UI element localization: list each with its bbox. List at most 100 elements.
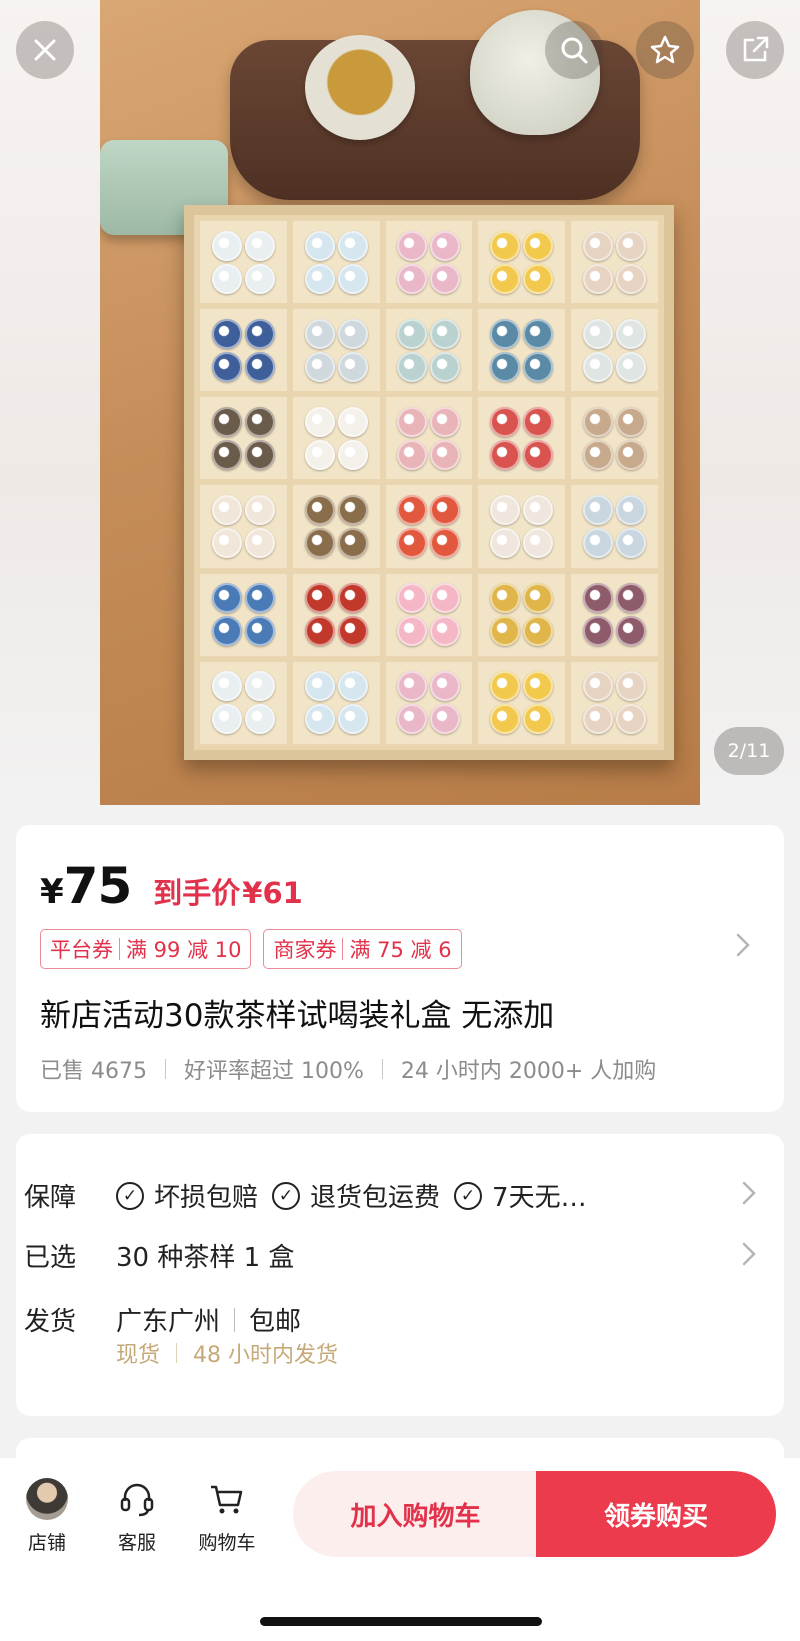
chevron-right-icon[interactable]: [740, 1179, 758, 1215]
tea-compartment: [292, 221, 380, 304]
tea-cake: [337, 263, 368, 294]
tea-cake: [583, 230, 614, 261]
tea-cake: [583, 318, 614, 349]
close-icon[interactable]: [16, 21, 74, 79]
store-label: 店铺: [27, 1532, 66, 1554]
price-currency: ¥: [40, 872, 64, 912]
tea-compartment: [478, 397, 566, 480]
tea-cake: [523, 671, 554, 702]
tea-compartment: [571, 661, 658, 744]
stats-divider: [381, 1059, 383, 1079]
guarantee-text: 7天无…: [492, 1183, 587, 1213]
store-button[interactable]: 店铺: [12, 1478, 82, 1555]
tea-cake: [490, 351, 521, 382]
selected-row[interactable]: 已选 30 种茶样 1 盒: [24, 1237, 294, 1274]
chevron-right-icon[interactable]: [734, 931, 752, 967]
tea-cake: [583, 671, 614, 702]
tea-compartment: [200, 661, 287, 744]
selected-value: 30 种茶样 1 盒: [116, 1243, 295, 1273]
tea-cake: [397, 439, 428, 470]
tea-compartment: [292, 397, 380, 480]
tea-cake: [244, 263, 275, 294]
tea-cake: [337, 439, 368, 470]
share-icon[interactable]: [726, 21, 784, 79]
tea-cake: [244, 495, 275, 526]
tea-cake: [523, 616, 554, 647]
selected-label: 已选: [24, 1243, 77, 1273]
tea-cake: [490, 704, 521, 735]
tea-cake: [397, 318, 428, 349]
guarantee-text: 坏损包赔: [154, 1183, 259, 1213]
tea-cake: [430, 263, 461, 294]
tea-compartment: [385, 661, 473, 744]
sold-count: 已售 4675: [40, 1059, 147, 1084]
add-to-cart-button[interactable]: 加入购物车: [293, 1471, 538, 1557]
coupon-rule: 满 99 减 10: [126, 938, 242, 962]
tea-cake: [211, 616, 242, 647]
tea-cake: [523, 263, 554, 294]
tea-cake: [337, 671, 368, 702]
tea-cake: [337, 704, 368, 735]
coupon-list[interactable]: 平台券 满 99 减 10 商家券 满 75 减 6: [40, 929, 462, 969]
product-image[interactable]: [100, 0, 700, 805]
tea-cake: [583, 495, 614, 526]
service-label: 客服: [117, 1532, 156, 1554]
price-row: ¥ 75 到手价 ¥61: [40, 857, 303, 915]
tea-cake: [523, 406, 554, 437]
tea-cake: [211, 406, 242, 437]
deal-price-label: 到手价: [153, 876, 241, 910]
price-card: ¥ 75 到手价 ¥61 平台券 满 99 减 10 商家券 满 75 减 6 …: [16, 825, 784, 1112]
shipping-row[interactable]: 发货 广东广州 包邮: [24, 1301, 301, 1338]
store-avatar-icon: [26, 1478, 68, 1520]
tea-cake: [583, 439, 614, 470]
guarantee-item: ✓ 退货包运费: [272, 1177, 440, 1214]
trend-text: 24 小时内 2000+ 人加购: [400, 1059, 657, 1084]
tea-cake: [397, 406, 428, 437]
cart-icon: [206, 1478, 248, 1520]
tea-cake: [397, 671, 428, 702]
guarantee-text: 退货包运费: [310, 1183, 441, 1213]
cart-button[interactable]: 购物车: [192, 1478, 262, 1555]
tea-cake: [523, 439, 554, 470]
customer-service-button[interactable]: 客服: [102, 1478, 172, 1555]
tea-compartment: [385, 309, 473, 392]
product-gallery[interactable]: 2/11: [0, 0, 800, 805]
tea-cake: [211, 351, 242, 382]
tea-cake: [616, 671, 647, 702]
guarantee-row[interactable]: 保障 ✓ 坏损包赔 ✓ 退货包运费 ✓ 7天无…: [24, 1177, 601, 1214]
tea-cake: [583, 704, 614, 735]
tea-compartment: [385, 485, 473, 568]
tea-compartment: [478, 573, 566, 656]
tea-cake: [337, 230, 368, 261]
gallery-page-indicator: 2/11: [714, 727, 784, 775]
tea-cake: [304, 671, 335, 702]
tea-cake: [490, 263, 521, 294]
tea-compartment: [571, 573, 658, 656]
tea-cake: [616, 528, 647, 559]
tea-cake: [430, 495, 461, 526]
tea-cake: [337, 528, 368, 559]
tea-cake: [430, 704, 461, 735]
tea-cake: [211, 439, 242, 470]
tea-cake: [211, 671, 242, 702]
coupon-platform[interactable]: 平台券 满 99 减 10: [40, 929, 252, 969]
search-icon[interactable]: [545, 21, 603, 79]
coupon-merchant[interactable]: 商家券 满 75 减 6: [263, 929, 462, 969]
chevron-right-icon[interactable]: [740, 1240, 758, 1276]
tea-cake: [244, 583, 275, 614]
buy-with-coupon-button[interactable]: 领券购买: [536, 1471, 776, 1557]
tea-compartment: [571, 221, 658, 304]
tea-cake: [490, 230, 521, 261]
rating-text: 好评率超过 100%: [183, 1059, 364, 1084]
star-icon[interactable]: [636, 21, 694, 79]
tea-compartment: [200, 221, 287, 304]
tea-cake: [616, 439, 647, 470]
tea-cake: [490, 439, 521, 470]
tea-cake: [244, 671, 275, 702]
tea-cake: [337, 351, 368, 382]
tea-cake: [616, 351, 647, 382]
tea-cake: [397, 263, 428, 294]
tea-cake: [490, 528, 521, 559]
coupon-divider: [119, 938, 120, 960]
tea-cake: [490, 318, 521, 349]
